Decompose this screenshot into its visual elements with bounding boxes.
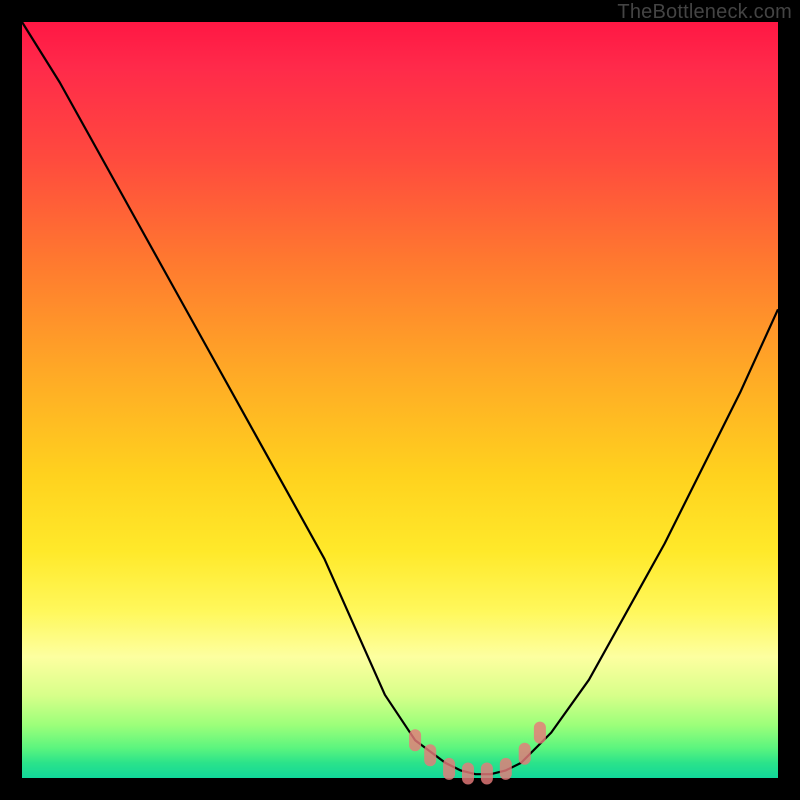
chart-svg — [22, 22, 778, 778]
curve-marker — [409, 729, 421, 751]
curve-marker — [481, 763, 493, 785]
bottleneck-curve — [22, 22, 778, 774]
curve-marker — [424, 744, 436, 766]
plot-area — [22, 22, 778, 778]
curve-marker — [462, 763, 474, 785]
curve-marker — [534, 722, 546, 744]
curve-marker — [519, 743, 531, 765]
watermark-text: TheBottleneck.com — [617, 1, 792, 24]
chart-frame: TheBottleneck.com — [0, 0, 800, 800]
curve-marker — [443, 758, 455, 780]
curve-marker — [500, 758, 512, 780]
